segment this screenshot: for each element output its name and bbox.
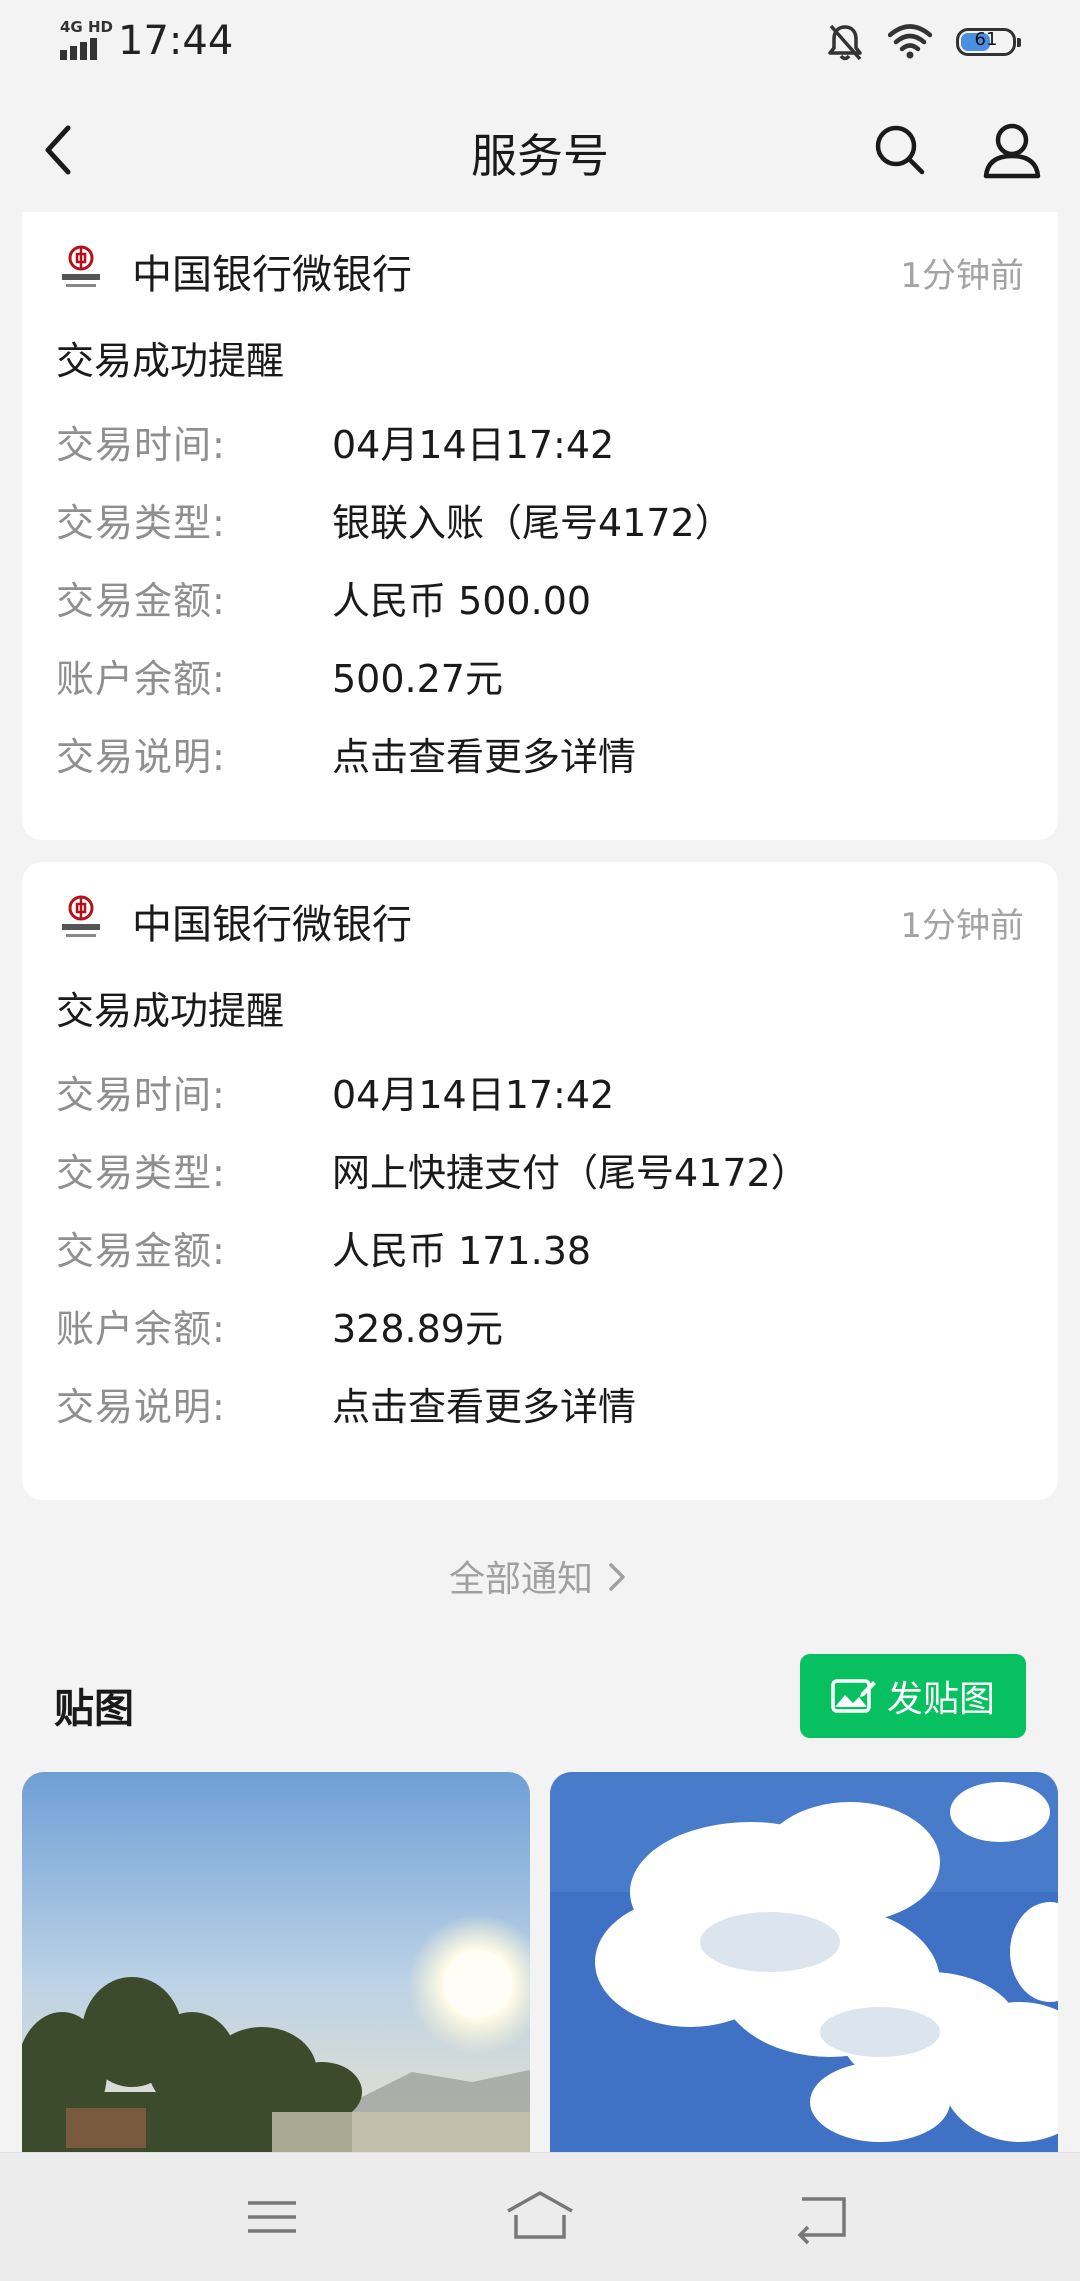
search-icon[interactable]	[868, 118, 932, 182]
transaction-details: 交易时间: 04月14日17:42 交易类型: 网上快捷支付（尾号4172） 交…	[56, 1064, 1038, 1454]
detail-value: 银联入账（尾号4172）	[332, 501, 733, 545]
all-notices-link[interactable]: 全部通知	[0, 1550, 1080, 1602]
home-icon[interactable]	[504, 2189, 576, 2245]
sticker-photo-sunset[interactable]	[22, 1772, 530, 2152]
status-bar: 4G HD 17:44 61	[0, 0, 1080, 84]
detail-label: 交易说明:	[56, 735, 226, 779]
detail-row-time: 交易时间: 04月14日17:42	[56, 414, 1038, 492]
bank-of-china-logo-icon	[62, 245, 100, 287]
battery-percent: 61	[974, 29, 998, 50]
message-time: 1分钟前	[900, 256, 1024, 296]
detail-row-amount: 交易金额: 人民币 171.38	[56, 1220, 1038, 1298]
mute-bell-icon	[828, 24, 862, 61]
message-header: 中国银行微银行 1分钟前	[22, 884, 1058, 954]
detail-label: 交易时间:	[56, 423, 226, 467]
detail-value: 人民币 500.00	[332, 579, 592, 623]
status-icons: 61	[826, 22, 1021, 62]
detail-row-balance: 账户余额: 328.89元	[56, 1298, 1038, 1376]
detail-label: 交易时间:	[56, 1073, 226, 1117]
detail-row-time: 交易时间: 04月14日17:42	[56, 1064, 1038, 1142]
nav-bar: 服务号	[0, 96, 1080, 204]
post-sticker-button[interactable]: 发贴图	[800, 1654, 1026, 1738]
detail-link[interactable]: 点击查看更多详情	[332, 1376, 636, 1431]
detail-label: 交易金额:	[56, 1229, 226, 1273]
detail-label: 交易说明:	[56, 1385, 226, 1429]
detail-label: 交易类型:	[56, 501, 226, 545]
clouds-sky-image	[550, 1772, 1058, 2152]
bank-of-china-logo-icon	[62, 895, 100, 937]
detail-value: 328.89元	[332, 1307, 503, 1351]
chevron-right-icon	[609, 1563, 625, 1591]
message-card[interactable]: 中国银行微银行 1分钟前 交易成功提醒 交易时间: 04月14日17:42 交易…	[22, 862, 1058, 1500]
detail-value: 04月14日17:42	[332, 1073, 615, 1117]
detail-label: 交易类型:	[56, 1151, 226, 1195]
status-time: 17:44	[118, 18, 234, 64]
detail-link[interactable]: 点击查看更多详情	[332, 726, 636, 781]
message-card[interactable]: 中国银行微银行 1分钟前 交易成功提醒 交易时间: 04月14日17:42 交易…	[22, 212, 1058, 840]
detail-value: 网上快捷支付（尾号4172）	[332, 1151, 809, 1195]
sunset-trees-image	[22, 1772, 530, 2152]
message-header: 中国银行微银行 1分钟前	[22, 234, 1058, 304]
detail-label: 交易金额:	[56, 579, 226, 623]
sender-name: 中国银行微银行	[132, 252, 412, 298]
signal-icon	[60, 38, 97, 60]
detail-value: 04月14日17:42	[332, 423, 615, 467]
detail-row-type: 交易类型: 网上快捷支付（尾号4172）	[56, 1142, 1038, 1220]
sender-name: 中国银行微银行	[132, 902, 412, 948]
message-time: 1分钟前	[900, 906, 1024, 946]
return-icon[interactable]	[790, 2189, 854, 2245]
detail-row-balance: 账户余额: 500.27元	[56, 648, 1038, 726]
detail-label: 账户余额:	[56, 657, 226, 701]
detail-value: 500.27元	[332, 657, 503, 701]
battery-icon: 61	[956, 28, 1021, 56]
sticker-section-title: 贴图	[54, 1686, 134, 1732]
system-nav-bar	[0, 2152, 1080, 2281]
detail-row-amount: 交易金额: 人民币 500.00	[56, 570, 1038, 648]
detail-row-note[interactable]: 交易说明: 点击查看更多详情	[56, 726, 1038, 804]
detail-label: 账户余额:	[56, 1307, 226, 1351]
message-title: 交易成功提醒	[56, 339, 285, 383]
detail-value: 人民币 171.38	[332, 1229, 592, 1273]
profile-icon[interactable]	[978, 118, 1046, 182]
message-title: 交易成功提醒	[56, 989, 285, 1033]
sticker-photo-clouds[interactable]	[550, 1772, 1058, 2152]
all-notices-label: 全部通知	[448, 1559, 593, 1600]
network-type: 4G HD	[60, 18, 113, 36]
wifi-icon	[888, 24, 932, 59]
detail-row-type: 交易类型: 银联入账（尾号4172）	[56, 492, 1038, 570]
image-edit-icon	[831, 1679, 876, 1713]
transaction-details: 交易时间: 04月14日17:42 交易类型: 银联入账（尾号4172） 交易金…	[56, 414, 1038, 804]
post-sticker-label: 发贴图	[886, 1679, 995, 1720]
menu-icon[interactable]	[240, 2189, 304, 2245]
detail-row-note[interactable]: 交易说明: 点击查看更多详情	[56, 1376, 1038, 1454]
